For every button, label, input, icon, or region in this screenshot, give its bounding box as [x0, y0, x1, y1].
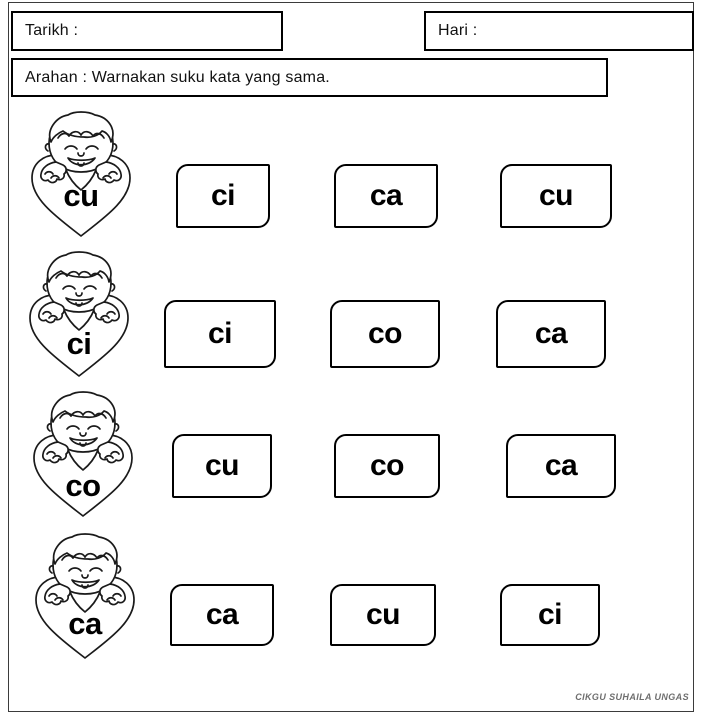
answer-option-box[interactable]: cu	[330, 584, 436, 646]
hari-field[interactable]: Hari :	[424, 11, 694, 51]
answer-option-label: cu	[204, 449, 240, 482]
tarikh-label: Tarikh :	[25, 22, 79, 39]
tarikh-field[interactable]: Tarikh :	[11, 11, 283, 51]
answer-option-box[interactable]: ci	[176, 164, 270, 228]
answer-option-box[interactable]: ca	[334, 164, 438, 228]
answer-option-box[interactable]: ca	[496, 300, 606, 368]
answer-option-label: cu	[538, 179, 574, 212]
answer-option-label: ci	[207, 317, 233, 350]
heart-prompt-syllable: co	[65, 468, 101, 503]
answer-option-box[interactable]: ci	[500, 584, 600, 646]
answer-option-label: cu	[365, 598, 401, 631]
answer-option-label: ci	[537, 598, 563, 631]
answer-option-label: co	[367, 317, 403, 350]
author-watermark: CIKGU SUHAILA UNGAS	[575, 692, 689, 702]
answer-option-label: ca	[534, 317, 568, 350]
answer-option-box[interactable]: co	[334, 434, 440, 498]
heart-prompt-syllable: cu	[63, 178, 99, 213]
answer-option-label: ca	[205, 598, 239, 631]
child-holding-heart-icon	[18, 108, 144, 240]
answer-option-box[interactable]: cu	[500, 164, 612, 228]
answer-option-box[interactable]: ca	[506, 434, 616, 498]
arahan-label: Arahan : Warnakan suku kata yang sama.	[25, 68, 330, 86]
answer-option-label: ca	[544, 449, 578, 482]
heart-prompt-syllable: ca	[68, 606, 102, 641]
hari-label: Hari :	[438, 22, 478, 39]
worksheet-page: Tarikh : Hari : Arahan : Warnakan suku k…	[0, 0, 711, 716]
answer-option-box[interactable]: ci	[164, 300, 276, 368]
arahan-instruction-box: Arahan : Warnakan suku kata yang sama.	[11, 58, 608, 97]
answer-option-box[interactable]: cu	[172, 434, 272, 498]
answer-option-box[interactable]: ca	[170, 584, 274, 646]
answer-option-label: ca	[369, 179, 403, 212]
child-holding-heart-icon	[22, 530, 148, 662]
answer-option-label: ci	[210, 179, 236, 212]
answer-option-box[interactable]: co	[330, 300, 440, 368]
heart-prompt-syllable: ci	[66, 326, 92, 361]
answer-option-label: co	[369, 449, 405, 482]
